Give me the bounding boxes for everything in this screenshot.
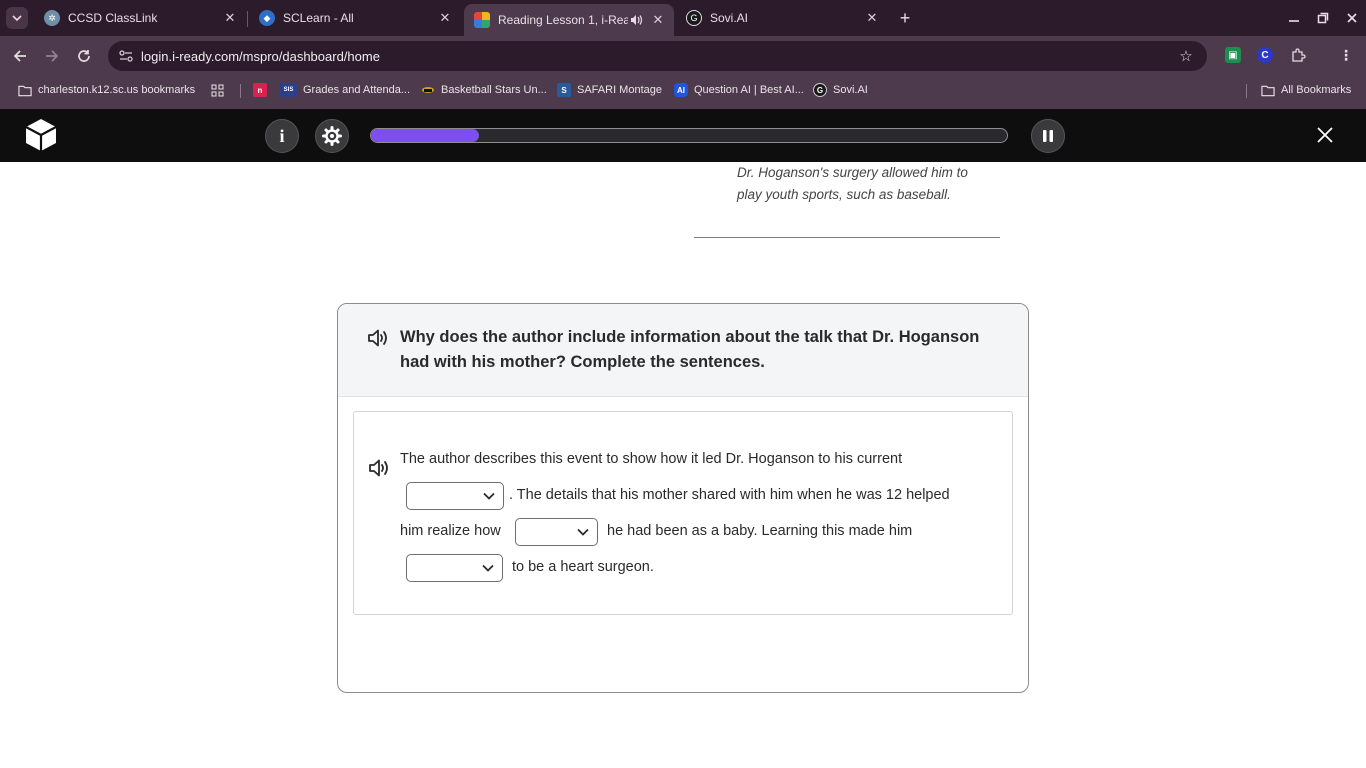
close-icon[interactable]: ✕ [437,10,453,26]
bookmark-label: Sovi.AI [833,84,868,96]
question-card: Why does the author include information … [337,303,1029,693]
tab-reading-lesson[interactable]: Reading Lesson 1, i-Ready ✕ [464,4,674,36]
close-icon[interactable]: ✕ [864,10,880,26]
info-button[interactable]: i [265,119,299,153]
close-icon[interactable]: ✕ [650,12,666,28]
sovi-icon: G [813,83,827,97]
safari-montage-icon: S [557,83,571,97]
lesson-header: i [0,109,1366,162]
all-bookmarks-button[interactable]: All Bookmarks [1261,82,1351,98]
answer-dropdown-1[interactable] [406,482,504,510]
audio-playing-icon[interactable] [628,12,644,28]
minimize-icon[interactable] [1283,7,1305,29]
question-ai-icon: AI [674,83,688,97]
n-app-icon: n [253,83,267,97]
classlink-icon: ✲ [44,10,60,26]
new-tab-button[interactable]: + [895,8,915,28]
info-icon: i [279,125,285,146]
iready-icon [474,12,490,28]
chevron-down-icon [482,564,494,572]
all-bookmarks-label: All Bookmarks [1281,84,1352,96]
lesson-content: Dr. Hoganson's surgery allowed him to pl… [0,162,1366,768]
bookmark-sovi-ai[interactable]: G Sovi.AI [813,82,868,98]
chevron-down-icon [577,528,589,536]
answer-dropdown-2[interactable] [515,518,598,546]
sovi-icon: G [686,10,702,26]
question-prompt: Why does the author include information … [400,328,980,371]
gear-icon [322,126,342,146]
tab-ccsd-classlink[interactable]: ✲ CCSD ClassLink ✕ [34,4,246,32]
sentence-line-2: . The details that his mother shared wit… [509,487,950,503]
speaker-icon[interactable] [368,457,390,479]
browser-menu-icon[interactable]: ⋮ [1338,47,1354,63]
tab-label: SCLearn - All [283,11,354,25]
extensions-puzzle-icon[interactable] [1290,47,1306,63]
tab-label: CCSD ClassLink [68,11,158,25]
bookmark-divider [1246,84,1247,98]
lesson-progress-bar [370,128,1008,143]
bookmark-charleston[interactable]: charleston.k12.sc.us bookmarks [18,82,195,98]
site-info-icon[interactable] [118,48,134,64]
close-window-icon[interactable] [1341,7,1363,29]
bookmark-folder-icon [18,83,32,97]
tab-sclearn[interactable]: ◆ SCLearn - All ✕ [249,4,461,32]
chevron-down-icon [12,15,22,22]
bookmark-label: SAFARI Montage [577,84,662,96]
close-icon[interactable]: ✕ [222,10,238,26]
passage-text: Dr. Hoganson's surgery allowed him to pl… [737,165,968,202]
bookmark-label: Basketball Stars Un... [441,84,547,96]
iready-logo-icon [25,119,57,151]
bookmark-label: Grades and Attenda... [303,84,411,96]
bookmark-star-icon[interactable]: ☆ [1177,47,1195,65]
forward-icon[interactable] [41,45,63,67]
tab-search-button[interactable] [6,7,28,29]
sentence-line-4: to be a heart surgeon. [512,559,654,575]
bookmark-grades[interactable]: SIS Grades and Attenda... [280,82,410,98]
sis-icon: SIS [280,83,297,97]
bookmark-basketball[interactable]: Basketball Stars Un... [421,82,547,98]
bookmark-folder-icon [1261,83,1275,97]
bookmark-question-ai[interactable]: AI Question AI | Best AI... [674,82,804,98]
back-icon[interactable] [9,45,31,67]
address-bar[interactable]: login.i-ready.com/mspro/dashboard/home ☆ [108,41,1207,71]
browser-tab-bar: ✲ CCSD ClassLink ✕ ◆ SCLearn - All ✕ Rea… [0,0,1366,36]
apps-grid-icon [210,83,224,97]
tab-sovi-ai[interactable]: G Sovi.AI ✕ [676,4,888,32]
speaker-icon[interactable] [367,327,389,349]
sentence-line-3b: he had been as a baby. Learning this mad… [607,523,913,539]
sentence-line-1: The author describes this event to show … [400,451,903,467]
tab-divider [247,11,248,27]
sclearn-icon: ◆ [259,10,275,26]
question-header: Why does the author include information … [338,304,1028,397]
extension-green-icon[interactable]: ▣ [1225,47,1241,63]
close-icon [1317,127,1333,143]
bookmark-safari-montage[interactable]: S SAFARI Montage [557,82,662,98]
pause-icon [1043,130,1053,142]
bookmark-n-app[interactable]: n [253,82,273,98]
passage-divider [694,237,1000,238]
bookmark-divider [240,84,241,98]
extension-c-icon[interactable]: C [1257,47,1273,63]
apps-grid-button[interactable] [210,82,230,98]
bookmark-label: Question AI | Best AI... [694,84,804,96]
restore-icon[interactable] [1312,7,1334,29]
tab-label: Sovi.AI [710,11,749,25]
settings-button[interactable] [315,119,349,153]
lesson-progress-fill [371,129,480,142]
close-lesson-button[interactable] [1312,122,1338,148]
pause-button[interactable] [1031,119,1065,153]
tab-label: Reading Lesson 1, i-Ready [498,13,628,27]
url-text: login.i-ready.com/mspro/dashboard/home [141,49,380,64]
browser-toolbar: login.i-ready.com/mspro/dashboard/home ☆… [0,36,1366,76]
bookmarks-bar: charleston.k12.sc.us bookmarks n SIS Gra… [0,76,1366,104]
answer-area: The author describes this event to show … [353,411,1013,615]
answer-dropdown-3[interactable] [406,554,503,582]
reload-icon[interactable] [73,45,95,67]
chevron-down-icon [483,492,495,500]
basketball-icon [421,83,435,97]
sentence-line-3a: him realize how [400,523,501,539]
bookmark-label: charleston.k12.sc.us bookmarks [38,84,196,96]
